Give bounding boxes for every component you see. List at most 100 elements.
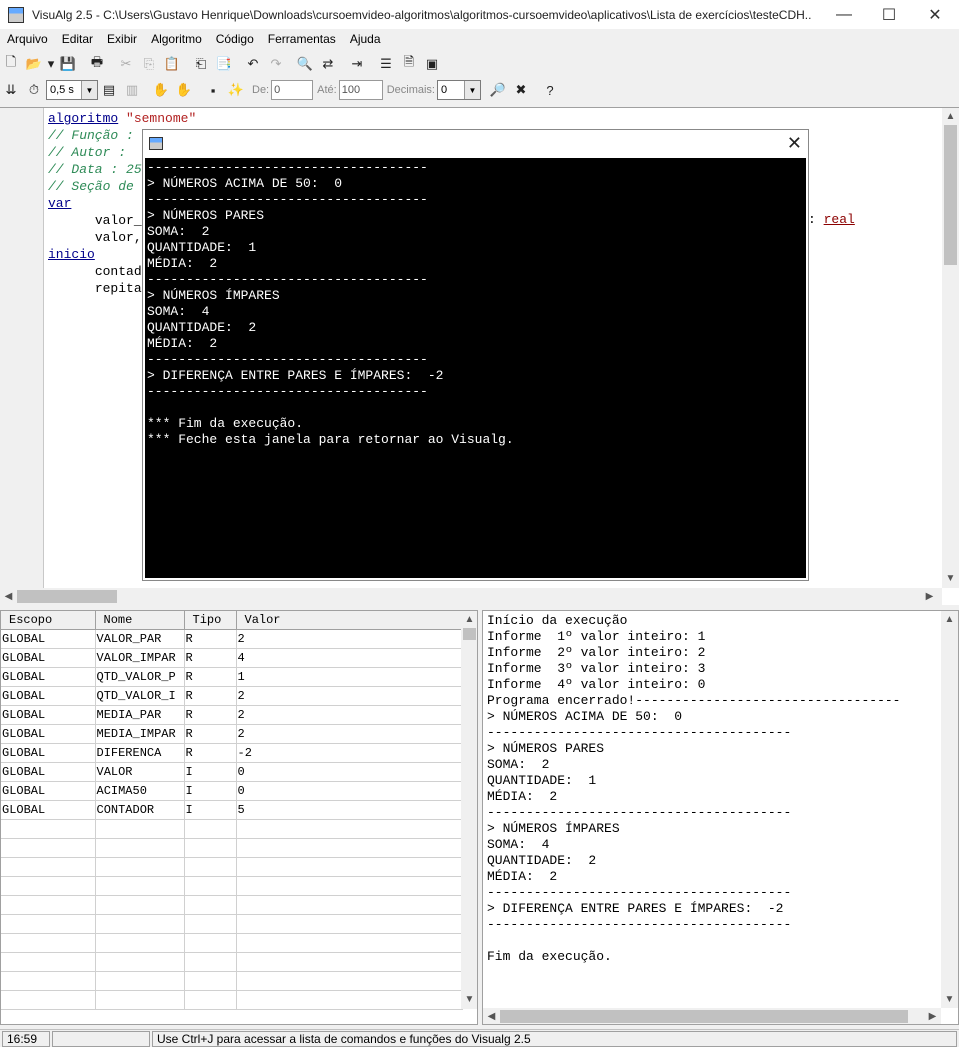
table-row[interactable] bbox=[1, 933, 463, 953]
maximize-button[interactable]: ☐ bbox=[866, 0, 912, 29]
hand-icon[interactable]: ✋ bbox=[150, 79, 172, 101]
scroll-up-icon[interactable]: ▲ bbox=[942, 108, 959, 125]
watch-off-icon[interactable]: ▥ bbox=[121, 79, 143, 101]
decimais-select[interactable]: 0 ▼ bbox=[437, 80, 481, 100]
open-folder-icon[interactable]: 📂 bbox=[23, 53, 45, 75]
window-icon[interactable]: ▣ bbox=[421, 53, 443, 75]
new-file-icon[interactable]: 🗋 bbox=[0, 53, 22, 75]
table-row[interactable]: GLOBAL VALOR_IMPAR R 4 bbox=[1, 648, 463, 668]
table-row[interactable] bbox=[1, 952, 463, 972]
table-row[interactable] bbox=[1, 838, 463, 858]
scroll-thumb[interactable] bbox=[17, 590, 117, 603]
menu-arquivo[interactable]: Arquivo bbox=[0, 29, 55, 49]
editor-vertical-scrollbar[interactable]: ▲ ▼ bbox=[942, 108, 959, 588]
timer-icon[interactable]: ⏱ bbox=[23, 79, 45, 101]
replace-icon[interactable]: ⇄ bbox=[317, 53, 339, 75]
scroll-left-icon[interactable]: ◀ bbox=[0, 588, 17, 605]
list-icon[interactable]: ☰ bbox=[375, 53, 397, 75]
indent-icon[interactable]: ⇥ bbox=[346, 53, 368, 75]
table-cell: QTD_VALOR_P bbox=[95, 667, 185, 687]
table-row[interactable] bbox=[1, 857, 463, 877]
menu-editar[interactable]: Editar bbox=[55, 29, 100, 49]
console-icon[interactable]: ▪ bbox=[202, 79, 224, 101]
help-icon[interactable]: ? bbox=[539, 79, 561, 101]
undo-icon[interactable]: ↶ bbox=[242, 53, 264, 75]
table-row[interactable] bbox=[1, 819, 463, 839]
table-row[interactable] bbox=[1, 971, 463, 991]
save-icon[interactable]: 💾 bbox=[57, 53, 79, 75]
scroll-thumb[interactable] bbox=[463, 628, 476, 640]
minimize-button[interactable]: — bbox=[821, 0, 867, 29]
speed-select[interactable]: 0,5 s ▼ bbox=[46, 80, 98, 100]
magic-wand-icon[interactable]: ✨ bbox=[225, 79, 247, 101]
table-cell bbox=[95, 857, 185, 877]
table-cell: GLOBAL bbox=[1, 724, 96, 744]
paste-icon[interactable]: 📋 bbox=[161, 53, 183, 75]
close-icon[interactable]: ✕ bbox=[787, 133, 802, 154]
redo-icon[interactable]: ↷ bbox=[265, 53, 287, 75]
table-row[interactable]: GLOBAL VALOR_PAR R 2 bbox=[1, 629, 463, 649]
output-line: MÉDIA: 2 bbox=[487, 869, 558, 884]
menu-exibir[interactable]: Exibir bbox=[100, 29, 144, 49]
scroll-up-icon[interactable]: ▲ bbox=[461, 611, 477, 628]
column-header[interactable]: Tipo bbox=[184, 611, 237, 630]
scroll-thumb[interactable] bbox=[944, 125, 957, 265]
scroll-down-icon[interactable]: ▼ bbox=[941, 991, 958, 1008]
scroll-down-icon[interactable]: ▼ bbox=[461, 991, 477, 1008]
table-row[interactable]: GLOBAL MEDIA_PAR R 2 bbox=[1, 705, 463, 725]
menu-ferramentas[interactable]: Ferramentas bbox=[261, 29, 343, 49]
ate-input[interactable]: 100 bbox=[338, 80, 383, 100]
table-row[interactable]: GLOBAL DIFERENCA R -2 bbox=[1, 743, 463, 763]
scroll-right-icon[interactable]: ▶ bbox=[921, 588, 938, 605]
de-input[interactable]: 0 bbox=[271, 80, 314, 100]
scroll-left-icon[interactable]: ◀ bbox=[483, 1008, 500, 1024]
table-row[interactable] bbox=[1, 895, 463, 915]
menu-codigo[interactable]: Código bbox=[209, 29, 261, 49]
menu-ajuda[interactable]: Ajuda bbox=[343, 29, 388, 49]
watch-icon[interactable]: ▤ bbox=[98, 79, 120, 101]
table-row[interactable] bbox=[1, 990, 463, 1010]
table-row[interactable]: GLOBAL CONTADOR I 5 bbox=[1, 800, 463, 820]
column-header[interactable]: Nome bbox=[95, 611, 185, 630]
status-empty bbox=[52, 1031, 150, 1047]
copy-icon[interactable]: ⎘ bbox=[138, 53, 160, 75]
table-row[interactable]: GLOBAL QTD_VALOR_P R 1 bbox=[1, 667, 463, 687]
table-cell bbox=[1, 990, 96, 1010]
column-header[interactable]: Valor bbox=[236, 611, 463, 630]
column-header[interactable]: Escopo bbox=[1, 611, 96, 630]
scroll-up-icon[interactable]: ▲ bbox=[941, 611, 958, 628]
document-icon[interactable]: 🗎 bbox=[398, 53, 420, 75]
paste-special-icon[interactable]: 📑 bbox=[213, 53, 235, 75]
console-line: QUANTIDADE: 2 bbox=[147, 320, 257, 335]
scroll-right-icon[interactable]: ▶ bbox=[924, 1008, 941, 1024]
table-row[interactable]: GLOBAL MEDIA_IMPAR R 2 bbox=[1, 724, 463, 744]
print-icon[interactable]: 🖶 bbox=[86, 53, 108, 75]
chevron-down-icon: ▼ bbox=[464, 81, 480, 99]
variables-vertical-scrollbar[interactable]: ▲ ▼ bbox=[461, 611, 477, 1009]
table-cell: QTD_VALOR_I bbox=[95, 686, 185, 706]
table-cell: VALOR_PAR bbox=[95, 629, 185, 649]
step-icon[interactable]: ⇊ bbox=[0, 79, 22, 101]
table-row[interactable] bbox=[1, 914, 463, 934]
close-button[interactable]: ✕ bbox=[912, 0, 958, 29]
zoom-icon[interactable]: 🔎 bbox=[487, 79, 509, 101]
find-icon[interactable]: 🔍 bbox=[294, 53, 316, 75]
stop-icon[interactable]: ✖ bbox=[510, 79, 532, 101]
table-cell: 4 bbox=[236, 648, 463, 668]
editor-horizontal-scrollbar[interactable]: ◀ ▶ bbox=[0, 588, 942, 605]
output-horizontal-scrollbar[interactable]: ◀ ▶ bbox=[483, 1008, 941, 1024]
table-row[interactable]: GLOBAL QTD_VALOR_I R 2 bbox=[1, 686, 463, 706]
table-row[interactable] bbox=[1, 876, 463, 896]
table-row[interactable]: GLOBAL ACIMA50 I 0 bbox=[1, 781, 463, 801]
copy-all-icon[interactable]: ⎗ bbox=[190, 53, 212, 75]
menu-algoritmo[interactable]: Algoritmo bbox=[144, 29, 209, 49]
open-dropdown-icon[interactable]: ▾ bbox=[46, 53, 56, 75]
scroll-down-icon[interactable]: ▼ bbox=[942, 570, 959, 587]
table-row[interactable]: GLOBAL VALOR I 0 bbox=[1, 762, 463, 782]
code-line: repita bbox=[94, 281, 142, 296]
hand-off-icon[interactable]: ✋ bbox=[173, 79, 195, 101]
output-vertical-scrollbar[interactable]: ▲ ▼ bbox=[941, 611, 958, 1008]
scroll-thumb[interactable] bbox=[500, 1010, 908, 1023]
status-bar: 16:59 Use Ctrl+J para acessar a lista de… bbox=[0, 1029, 959, 1047]
cut-icon[interactable]: ✂ bbox=[115, 53, 137, 75]
